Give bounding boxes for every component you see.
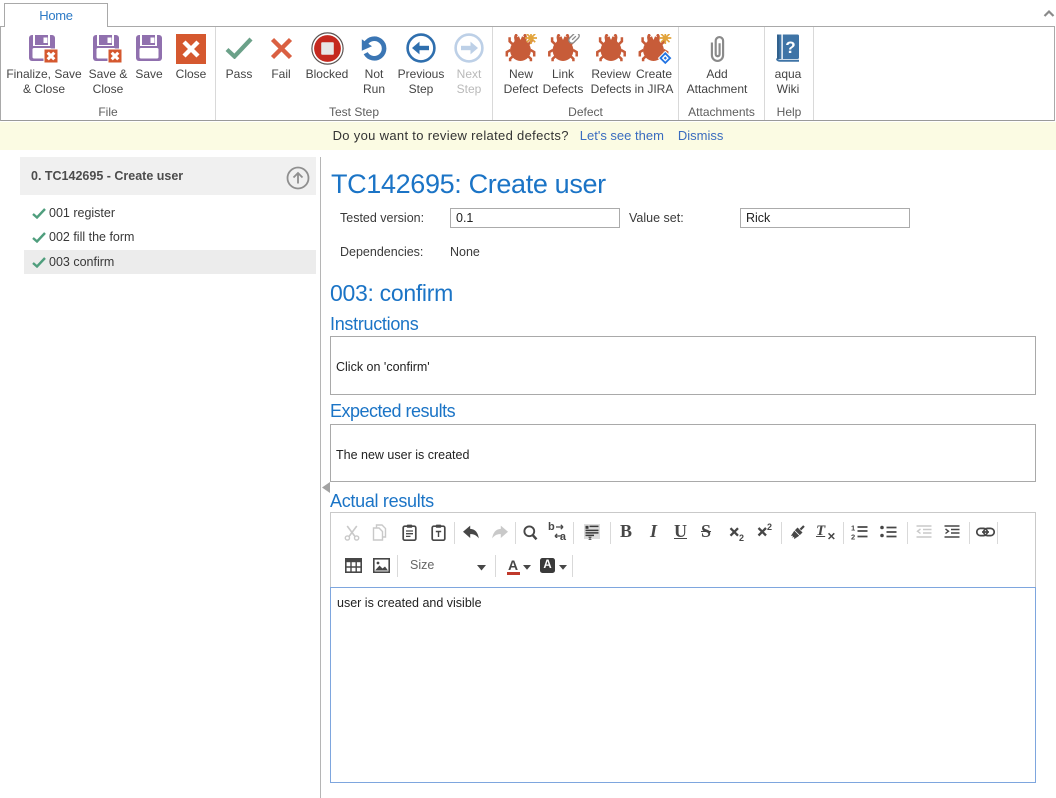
svg-text:?: ? <box>785 38 795 57</box>
svg-text:2: 2 <box>851 533 855 541</box>
svg-text:1: 1 <box>851 524 855 533</box>
svg-text:2: 2 <box>767 522 772 532</box>
svg-text:2: 2 <box>739 533 744 542</box>
